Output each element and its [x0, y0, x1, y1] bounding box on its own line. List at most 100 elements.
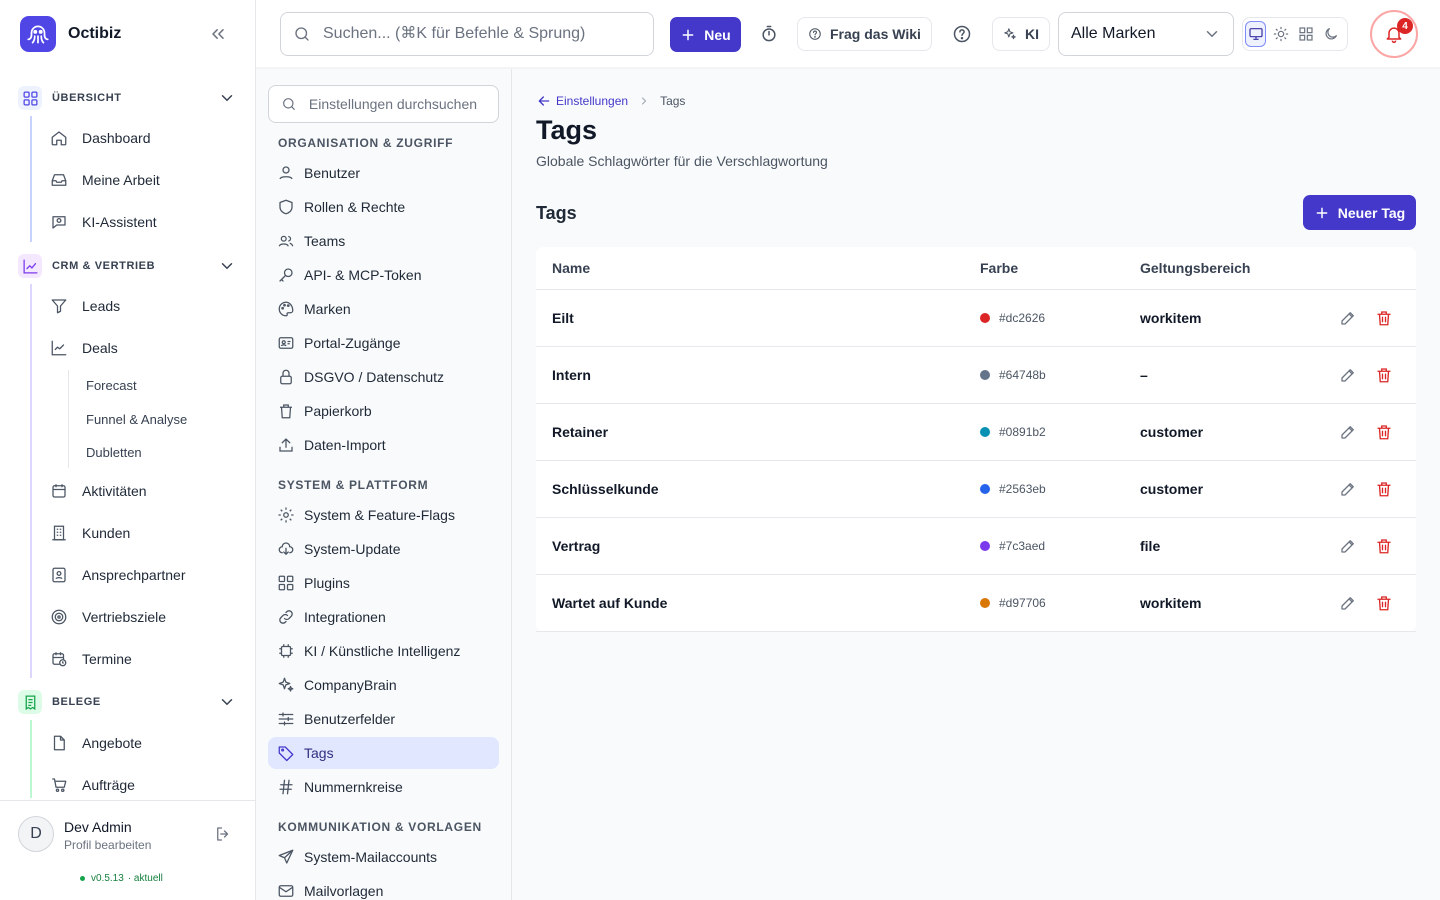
- settings-item-companybrain[interactable]: CompanyBrain: [268, 669, 499, 701]
- table-row[interactable]: Schlüsselkunde #2563eb customer: [536, 461, 1416, 518]
- sub-rail: [68, 370, 69, 468]
- sidebar-item-auftraege[interactable]: Aufträge: [50, 769, 240, 798]
- settings-item-ki[interactable]: KI / Künstliche Intelligenz: [268, 635, 499, 667]
- tag-color: #d97706: [980, 596, 1046, 610]
- brand[interactable]: Octibiz: [20, 16, 121, 52]
- settings-item-mailvorlagen[interactable]: Mailvorlagen: [268, 875, 499, 900]
- settings-item-teams[interactable]: Teams: [268, 225, 499, 257]
- id-card-icon: [277, 334, 295, 352]
- table-row[interactable]: Wartet auf Kunde #d97706 workitem: [536, 575, 1416, 632]
- settings-item-daten-import[interactable]: Daten-Import: [268, 429, 499, 461]
- sidebar-item-vertriebsziele[interactable]: Vertriebsziele: [50, 601, 240, 633]
- delete-trash-icon[interactable]: [1375, 309, 1393, 327]
- sidebar-subitem-dubletten[interactable]: Dubletten: [86, 438, 142, 466]
- edit-pencil-icon[interactable]: [1339, 309, 1357, 327]
- timer-icon[interactable]: [756, 21, 782, 47]
- delete-trash-icon[interactable]: [1375, 480, 1393, 498]
- notifications-button[interactable]: 4: [1370, 10, 1418, 58]
- logout-icon[interactable]: [214, 825, 232, 843]
- tag-color-hex: #d97706: [999, 596, 1046, 610]
- new-tag-button[interactable]: Neuer Tag: [1303, 195, 1416, 230]
- settings-search[interactable]: [268, 85, 499, 123]
- sidebar-subitem-funnel-analyse[interactable]: Funnel & Analyse: [86, 405, 187, 433]
- column-header-geltungsbereich[interactable]: Geltungsbereich: [1140, 260, 1250, 276]
- settings-item-portal-zugaenge[interactable]: Portal-Zugänge: [268, 327, 499, 359]
- user-name[interactable]: Dev Admin: [64, 819, 132, 835]
- sidebar-item-kunden[interactable]: Kunden: [50, 517, 240, 549]
- table-row[interactable]: Eilt #dc2626 workitem: [536, 290, 1416, 347]
- table-row[interactable]: Intern #64748b –: [536, 347, 1416, 404]
- avatar[interactable]: D: [18, 816, 54, 852]
- sidebar-item-ansprechpartner[interactable]: Ansprechpartner: [50, 559, 240, 591]
- settings-item-tags[interactable]: Tags: [268, 737, 499, 769]
- nav-section-uebersicht[interactable]: ÜBERSICHT: [18, 84, 240, 112]
- moon-icon[interactable]: [1320, 21, 1341, 47]
- color-swatch: [980, 370, 990, 380]
- delete-trash-icon[interactable]: [1375, 594, 1393, 612]
- global-search-input[interactable]: [323, 25, 643, 43]
- sun-icon[interactable]: [1270, 21, 1291, 47]
- edit-profile-link[interactable]: Profil bearbeiten: [64, 838, 151, 852]
- version-status: · aktuell: [127, 873, 163, 884]
- settings-item-nummernkreise[interactable]: Nummernkreise: [268, 771, 499, 803]
- settings-item-system-update[interactable]: System-Update: [268, 533, 499, 565]
- settings-item-plugins[interactable]: Plugins: [268, 567, 499, 599]
- sidebar-item-termine[interactable]: Termine: [50, 643, 240, 675]
- upload-icon: [277, 436, 295, 454]
- sidebar-item-dashboard[interactable]: Dashboard: [50, 122, 240, 154]
- global-search[interactable]: [280, 12, 654, 56]
- monitor-icon[interactable]: [1245, 21, 1267, 47]
- table-row[interactable]: Vertrag #7c3aed file: [536, 518, 1416, 575]
- sidebar-subitem-forecast[interactable]: Forecast: [86, 371, 137, 399]
- nav-section-belege[interactable]: BELEGE: [18, 688, 240, 716]
- sidebar-item-leads[interactable]: Leads: [50, 290, 240, 322]
- color-swatch: [980, 427, 990, 437]
- settings-item-rollen-rechte[interactable]: Rollen & Rechte: [268, 191, 499, 223]
- breadcrumb-parent: Einstellungen: [556, 94, 629, 108]
- delete-trash-icon[interactable]: [1375, 537, 1393, 555]
- delete-trash-icon[interactable]: [1375, 366, 1393, 384]
- ai-button-label: KI: [1025, 26, 1039, 42]
- edit-pencil-icon[interactable]: [1339, 423, 1357, 441]
- layout-grid-icon[interactable]: [1295, 21, 1316, 47]
- settings-item-benutzer[interactable]: Benutzer: [268, 157, 499, 189]
- settings-item-integrationen[interactable]: Integrationen: [268, 601, 499, 633]
- search-icon: [293, 25, 311, 43]
- settings-item-papierkorb[interactable]: Papierkorb: [268, 395, 499, 427]
- cart-icon: [50, 776, 68, 794]
- help-icon[interactable]: [949, 21, 975, 47]
- arrow-left-icon: [538, 96, 550, 106]
- sidebar-item-meine-arbeit[interactable]: Meine Arbeit: [50, 164, 240, 196]
- settings-item-marken[interactable]: Marken: [268, 293, 499, 325]
- edit-pencil-icon[interactable]: [1339, 594, 1357, 612]
- column-header-farbe[interactable]: Farbe: [980, 260, 1018, 276]
- tags-table: Name Farbe Geltungsbereich Eilt #dc2626 wo…: [536, 247, 1416, 632]
- settings-search-input[interactable]: [308, 96, 498, 112]
- table-row[interactable]: Retainer #0891b2 customer: [536, 404, 1416, 461]
- edit-pencil-icon[interactable]: [1339, 480, 1357, 498]
- column-header-name[interactable]: Name: [552, 260, 590, 276]
- nav-section-crm-vertrieb[interactable]: CRM & VERTRIEB: [18, 252, 240, 280]
- notification-badge: 4: [1397, 18, 1413, 34]
- settings-item-api-token[interactable]: API- & MCP-Token: [268, 259, 499, 291]
- new-button[interactable]: Neu: [670, 17, 741, 52]
- settings-item-system-feature-flags[interactable]: System & Feature-Flags: [268, 499, 499, 531]
- ai-button[interactable]: KI: [992, 17, 1050, 51]
- brand-filter-select[interactable]: Alle Marken: [1058, 12, 1234, 56]
- settings-group-label: ORGANISATION & ZUGRIFF: [278, 136, 454, 150]
- sidebar-item-deals[interactable]: Deals: [50, 332, 240, 364]
- breadcrumb: Einstellungen Tags: [536, 92, 685, 110]
- sidebar-item-aktivitaeten[interactable]: Aktivitäten: [50, 475, 240, 507]
- settings-item-system-mailaccounts[interactable]: System-Mailaccounts: [268, 841, 499, 873]
- edit-pencil-icon[interactable]: [1339, 537, 1357, 555]
- collapse-sidebar-icon[interactable]: [208, 24, 228, 44]
- sidebar-item-angebote[interactable]: Angebote: [50, 727, 240, 759]
- ask-wiki-button[interactable]: Frag das Wiki: [797, 17, 932, 51]
- delete-trash-icon[interactable]: [1375, 423, 1393, 441]
- sidebar-item-ki-assistent[interactable]: KI-Assistent: [50, 206, 240, 238]
- shield-icon: [277, 198, 295, 216]
- settings-item-benutzerfelder[interactable]: Benutzerfelder: [268, 703, 499, 735]
- settings-item-dsgvo[interactable]: DSGVO / Datenschutz: [268, 361, 499, 393]
- edit-pencil-icon[interactable]: [1339, 366, 1357, 384]
- breadcrumb-back-link[interactable]: Einstellungen: [536, 93, 628, 109]
